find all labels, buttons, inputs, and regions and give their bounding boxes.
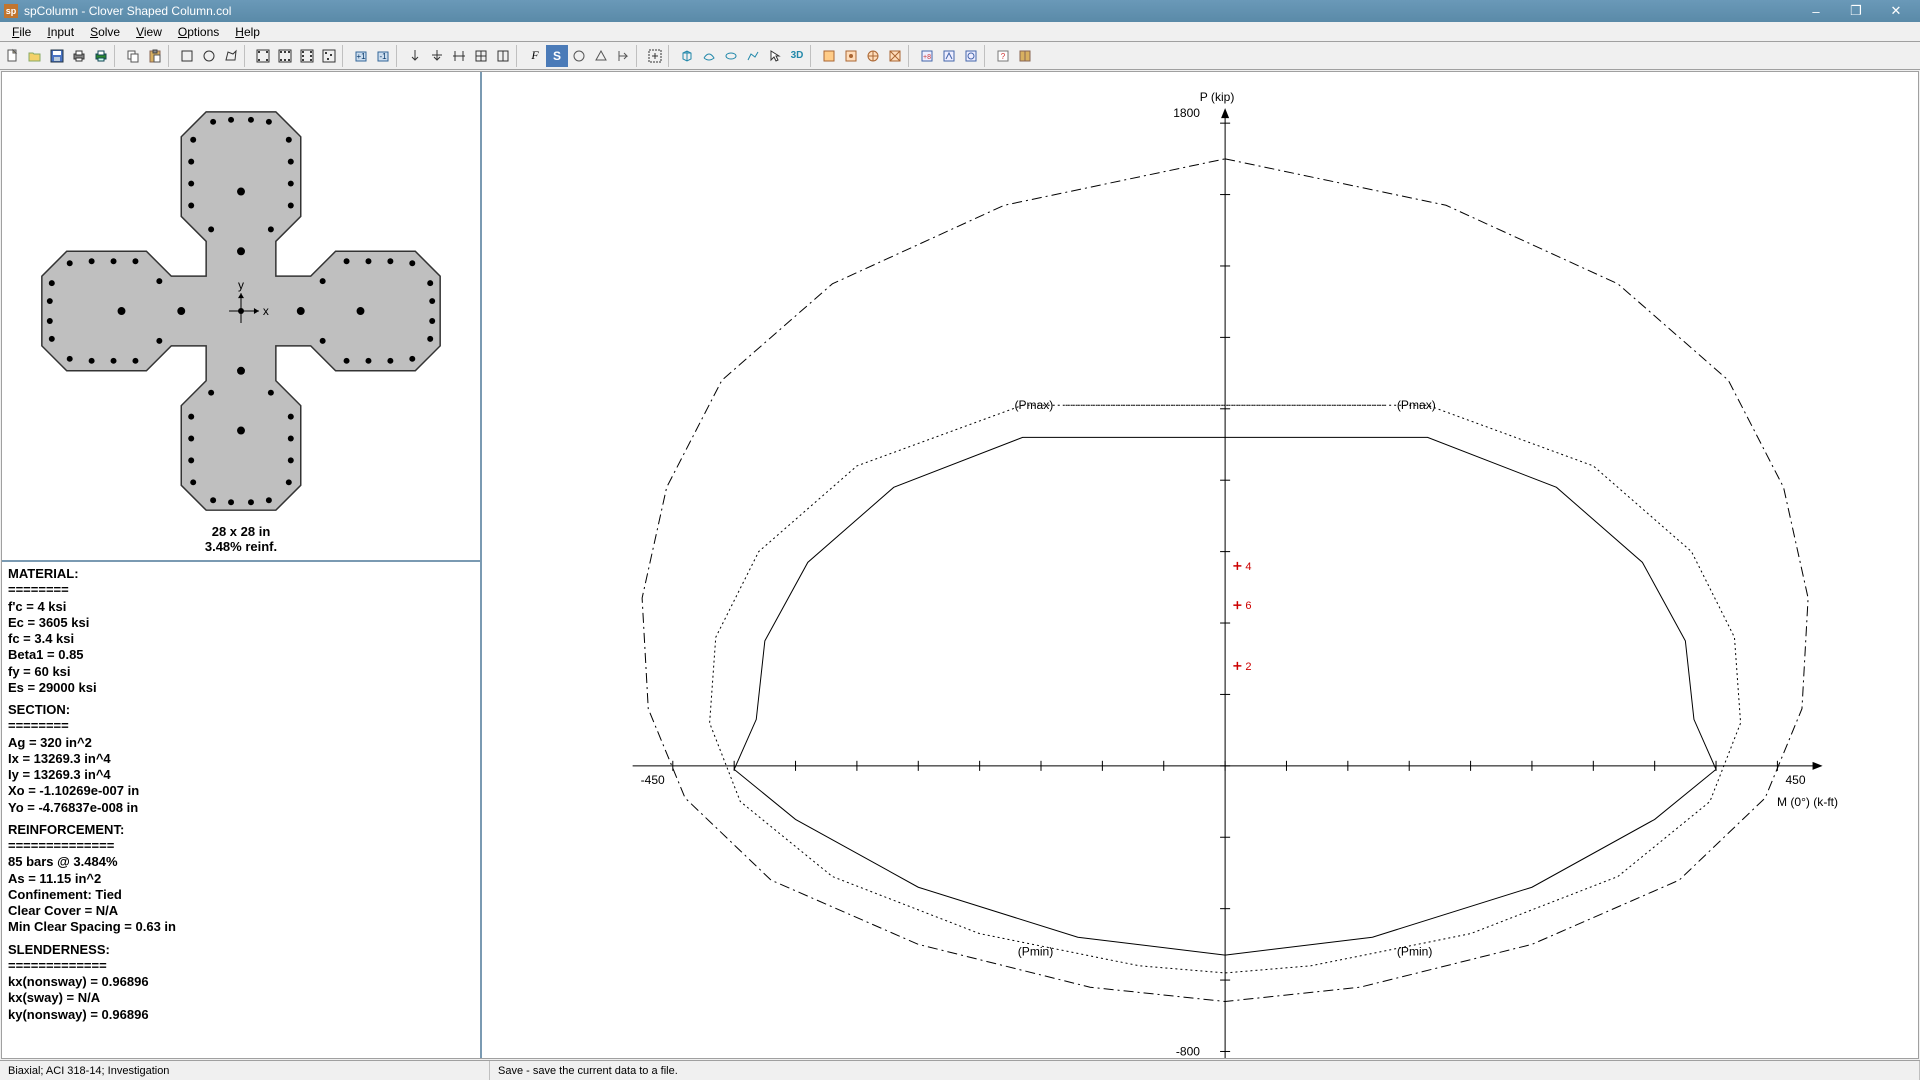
toolbar-open[interactable]	[24, 45, 46, 67]
titlebar: sp spColumn - Clover Shaped Column.col –…	[0, 0, 1920, 22]
axis-y-label: y	[238, 278, 244, 292]
toolbar-solve-tri[interactable]	[590, 45, 612, 67]
toolbar-print-color[interactable]	[90, 45, 112, 67]
svg-text:M (0°) (k-ft): M (0°) (k-ft)	[1777, 795, 1838, 809]
toolbar-copy[interactable]	[122, 45, 144, 67]
toolbar-bars-sides[interactable]	[296, 45, 318, 67]
results-text-panel[interactable]: MATERIAL: ======== f'c = 4 ksi Ec = 3605…	[2, 562, 480, 1058]
toolbar-manual[interactable]	[1014, 45, 1036, 67]
svg-text:(Pmin): (Pmin)	[1397, 945, 1432, 959]
toolbar-solve-f[interactable]: F	[524, 45, 546, 67]
svg-text:2: 2	[1245, 661, 1251, 673]
toolbar-opt-3[interactable]	[862, 45, 884, 67]
svg-text:+1: +1	[356, 52, 366, 61]
menu-view[interactable]: View	[128, 23, 170, 41]
menu-input[interactable]: Input	[39, 23, 82, 41]
toolbar-bars-irregular[interactable]	[318, 45, 340, 67]
toolbar-load-1[interactable]	[404, 45, 426, 67]
toolbar-paste[interactable]	[144, 45, 166, 67]
toolbar-view-pm[interactable]	[698, 45, 720, 67]
svg-text:(Pmax): (Pmax)	[1397, 398, 1436, 412]
toolbar-solve-circle[interactable]	[568, 45, 590, 67]
svg-text:450: 450	[1785, 773, 1805, 787]
toolbar-circle-section[interactable]	[198, 45, 220, 67]
toolbar-plus[interactable]: +1	[350, 45, 372, 67]
toolbar-load-2[interactable]	[426, 45, 448, 67]
toolbar-bars-all[interactable]	[252, 45, 274, 67]
section-view[interactable]: x y 28 x 28 in 3.48% reinf.	[2, 72, 480, 562]
menu-solve[interactable]: Solve	[82, 23, 128, 41]
statusbar: Biaxial; ACI 318-14; Investigation Save …	[0, 1060, 1920, 1080]
toolbar-print[interactable]	[68, 45, 90, 67]
toolbar-res-2[interactable]	[938, 45, 960, 67]
toolbar-load-4[interactable]	[470, 45, 492, 67]
menu-help[interactable]: Help	[227, 23, 268, 41]
toolbar-minus[interactable]: -1	[372, 45, 394, 67]
svg-text:1800: 1800	[1173, 106, 1200, 120]
axis-x-label: x	[263, 304, 269, 318]
status-right: Save - save the current data to a file.	[490, 1061, 1920, 1080]
toolbar-solve-s[interactable]: S	[546, 45, 568, 67]
toolbar-view-3d-text[interactable]: 3D	[786, 45, 808, 67]
svg-text:(Pmin): (Pmin)	[1018, 945, 1053, 959]
section-header: SECTION:	[8, 702, 474, 718]
app-icon: sp	[4, 4, 18, 18]
reinforcement-header: REINFORCEMENT:	[8, 822, 474, 838]
toolbar-view-zoom[interactable]	[644, 45, 666, 67]
svg-text:4: 4	[1245, 561, 1251, 573]
toolbar-help[interactable]: ?	[992, 45, 1014, 67]
minimize-button[interactable]: –	[1796, 0, 1836, 22]
toolbar-rect-section[interactable]	[176, 45, 198, 67]
svg-text:P (kip): P (kip)	[1200, 90, 1235, 104]
toolbar-view-mm[interactable]	[720, 45, 742, 67]
toolbar: +1 -1 F S 3D +8 ?	[0, 42, 1920, 70]
toolbar-view-3d[interactable]	[676, 45, 698, 67]
toolbar-view-cursor[interactable]	[764, 45, 786, 67]
menubar: File Input Solve View Options Help	[0, 22, 1920, 42]
close-button[interactable]: ✕	[1876, 0, 1916, 22]
toolbar-opt-1[interactable]	[818, 45, 840, 67]
toolbar-opt-4[interactable]	[884, 45, 906, 67]
status-left: Biaxial; ACI 318-14; Investigation	[0, 1061, 490, 1080]
toolbar-new[interactable]	[2, 45, 24, 67]
svg-text:-800: -800	[1176, 1044, 1200, 1058]
window-title: spColumn - Clover Shaped Column.col	[24, 4, 1796, 18]
slenderness-header: SLENDERNESS:	[8, 942, 474, 958]
interaction-diagram[interactable]: P (kip)1800 -800 -450 450 M (0°) (k-ft) (Pmax…	[482, 72, 1918, 1058]
toolbar-bars-equal[interactable]	[274, 45, 296, 67]
toolbar-opt-2[interactable]	[840, 45, 862, 67]
toolbar-load-3[interactable]	[448, 45, 470, 67]
workspace: x y 28 x 28 in 3.48% reinf. MATERIAL: ==…	[1, 71, 1919, 1059]
svg-text:6: 6	[1245, 600, 1251, 612]
svg-text:?: ?	[1001, 52, 1006, 61]
section-caption: 28 x 28 in 3.48% reinf.	[2, 524, 480, 554]
svg-text:-450: -450	[641, 773, 665, 787]
toolbar-res-3[interactable]	[960, 45, 982, 67]
svg-text:-1: -1	[379, 52, 387, 61]
menu-file[interactable]: File	[4, 23, 39, 41]
maximize-button[interactable]: ❐	[1836, 0, 1876, 22]
toolbar-save[interactable]	[46, 45, 68, 67]
svg-text:+8: +8	[923, 54, 931, 61]
toolbar-view-km[interactable]	[742, 45, 764, 67]
svg-text:(Pmax): (Pmax)	[1014, 398, 1053, 412]
toolbar-load-5[interactable]	[492, 45, 514, 67]
material-header: MATERIAL:	[8, 566, 474, 582]
toolbar-solve-end[interactable]	[612, 45, 634, 67]
toolbar-res-1[interactable]: +8	[916, 45, 938, 67]
toolbar-irregular-section[interactable]	[220, 45, 242, 67]
menu-options[interactable]: Options	[170, 23, 227, 41]
